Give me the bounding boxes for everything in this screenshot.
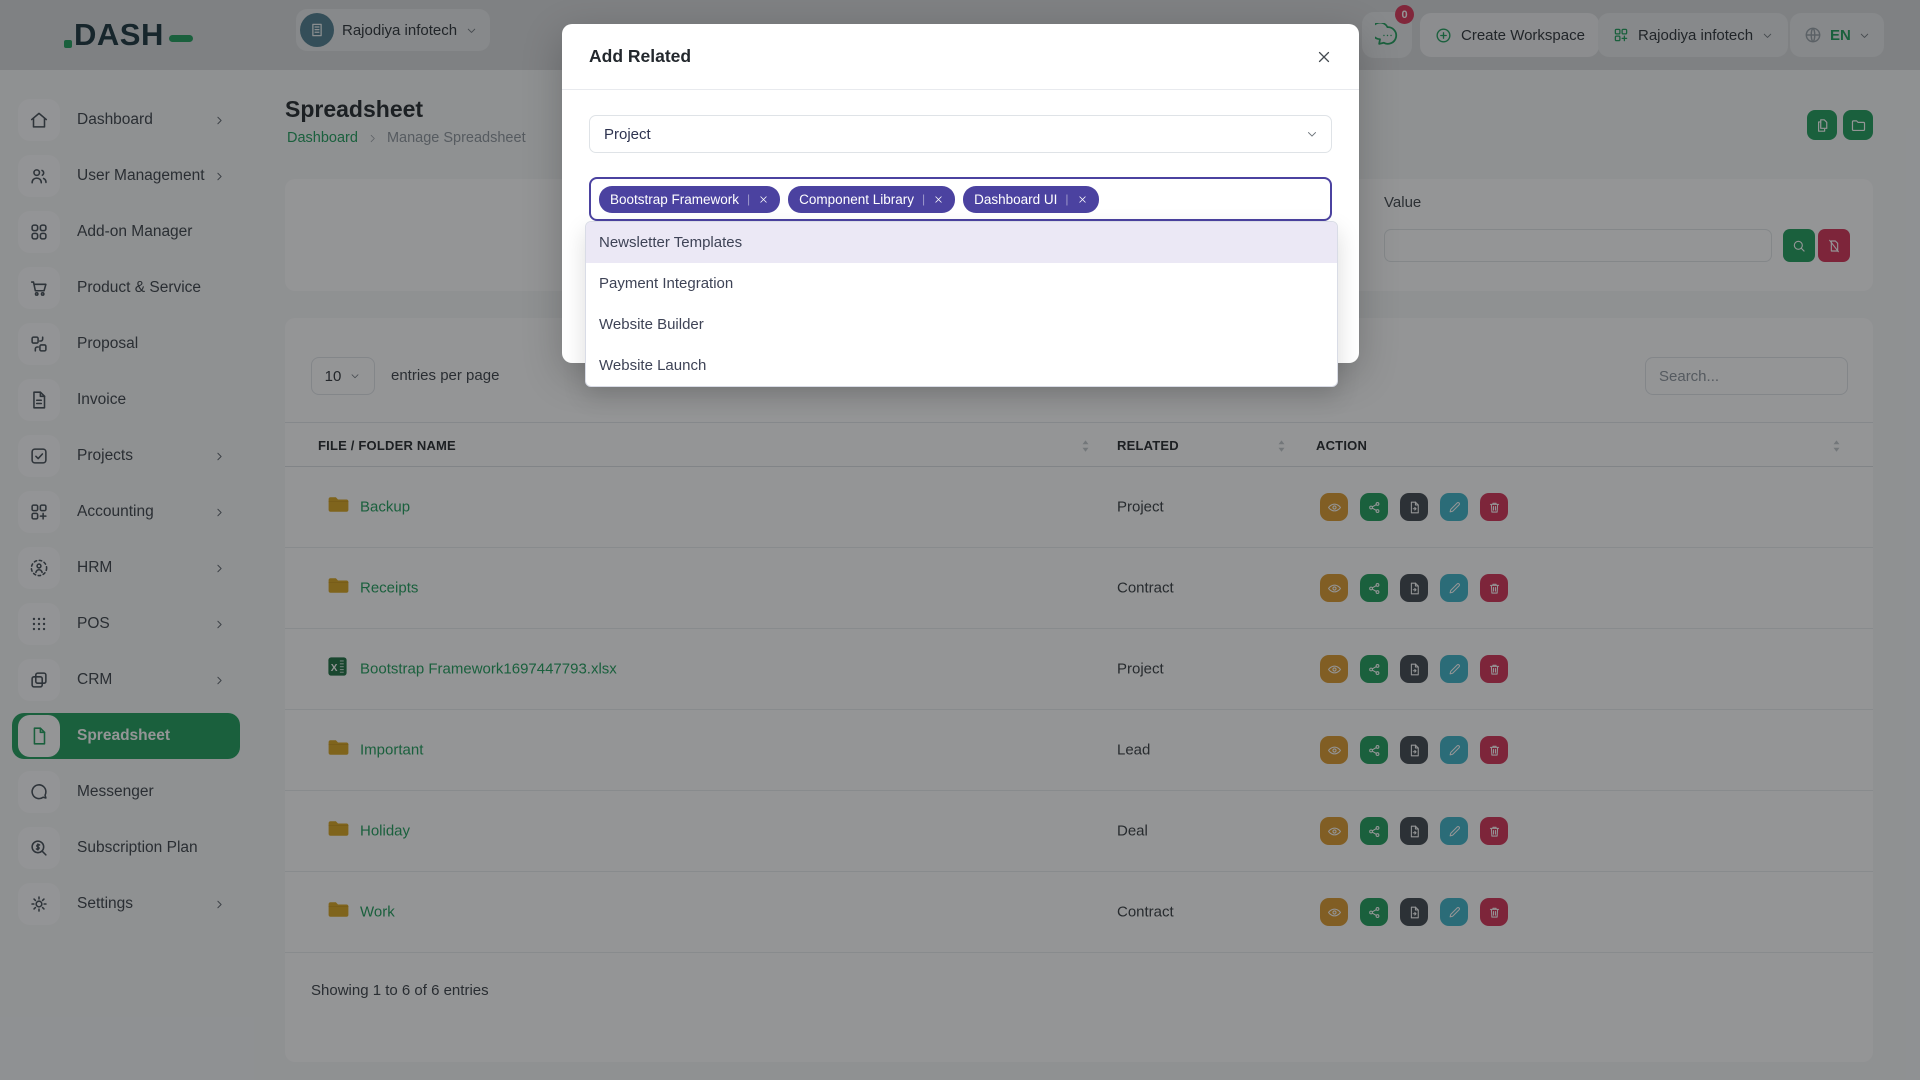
close-button[interactable] xyxy=(1313,46,1335,68)
related-multiselect[interactable]: Bootstrap Framework | Component Library | … xyxy=(589,177,1332,221)
modal-title: Add Related xyxy=(589,46,692,66)
selected-tag: Dashboard UI | xyxy=(963,185,1099,213)
chevron-down-icon xyxy=(1308,132,1316,137)
tag-divider: | xyxy=(1065,192,1069,206)
option-website-launch[interactable]: Website Launch xyxy=(586,345,1337,386)
option-newsletter-templates[interactable]: Newsletter Templates xyxy=(586,222,1337,263)
close-icon xyxy=(1078,195,1086,203)
close-icon xyxy=(760,195,767,203)
tag-divider: | xyxy=(747,192,751,206)
close-icon xyxy=(1318,51,1330,63)
remove-tag-button[interactable] xyxy=(1077,194,1088,205)
modal-header: Add Related xyxy=(562,24,1359,90)
selected-tag: Component Library | xyxy=(788,185,956,213)
tag-divider: | xyxy=(921,192,926,206)
option-website-builder[interactable]: Website Builder xyxy=(586,304,1337,345)
related-type-select[interactable]: Project xyxy=(589,115,1332,153)
option-payment-integration[interactable]: Payment Integration xyxy=(586,263,1337,304)
remove-tag-button[interactable] xyxy=(758,194,769,205)
related-type-value: Project xyxy=(604,125,651,143)
selected-tag: Bootstrap Framework | xyxy=(599,185,781,213)
close-icon xyxy=(935,195,942,203)
multiselect-options-dropdown: Newsletter Templates Payment Integration… xyxy=(585,221,1338,387)
remove-tag-button[interactable] xyxy=(933,194,944,205)
add-related-modal: Add Related Project Bootstrap Framework |… xyxy=(562,24,1359,387)
